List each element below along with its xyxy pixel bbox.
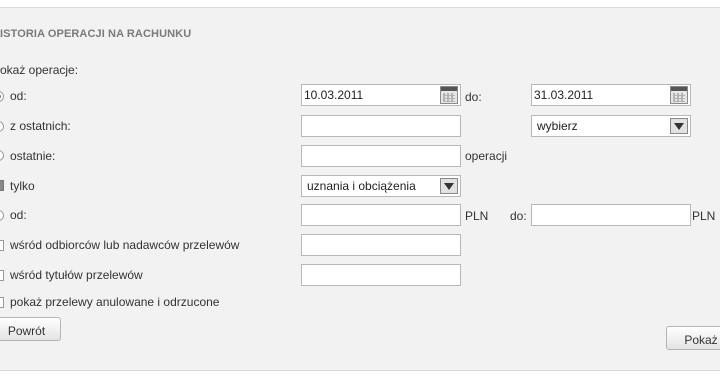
last-period-label: z ostatnich: [10, 119, 71, 133]
recipients-input[interactable] [301, 234, 461, 256]
date-from-value: 10.03.2011 [304, 88, 364, 102]
titles-label: wśród tytułów przelewów [10, 268, 143, 282]
date-to-field[interactable]: 31.03.2011 [531, 84, 691, 106]
amount-from-input[interactable] [301, 204, 461, 226]
recipients-checkbox[interactable] [0, 240, 4, 251]
only-label: tylko [10, 179, 35, 193]
operation-type-select[interactable]: uznania i obciążenia [301, 175, 461, 197]
calendar-icon[interactable] [670, 86, 688, 104]
date-from-field[interactable]: 10.03.2011 [301, 84, 461, 106]
cancelled-label: pokaż przelewy anulowane i odrzucone [10, 295, 220, 309]
cancelled-checkbox[interactable] [0, 297, 4, 308]
last-period-input[interactable] [301, 115, 461, 137]
last-count-input[interactable] [301, 145, 461, 167]
chevron-down-icon[interactable] [440, 178, 458, 194]
recipients-label: wśród odbiorców lub nadawców przelewów [10, 238, 240, 252]
show-button[interactable]: Pokaż [666, 326, 720, 350]
back-button[interactable]: Powrót [0, 317, 61, 341]
amount-to-currency: PLN [692, 209, 716, 223]
amount-to-input[interactable] [531, 204, 691, 226]
operation-type-value: uznania i obciążenia [307, 179, 416, 193]
last-count-unit: operacji [465, 149, 508, 163]
last-count-label: ostatnie: [10, 149, 56, 163]
calendar-icon[interactable] [440, 86, 458, 104]
amount-to-label: do: [510, 209, 527, 223]
amount-from-currency: PLN [465, 209, 489, 223]
date-range-label: od: [10, 89, 27, 103]
titles-checkbox[interactable] [0, 270, 4, 281]
only-checkbox[interactable] [0, 180, 4, 191]
chevron-down-icon[interactable] [670, 118, 688, 134]
amount-from-label: od: [10, 208, 27, 222]
date-to-value: 31.03.2011 [534, 88, 594, 102]
show-operations-label: okaż operacje: [0, 63, 79, 77]
period-unit-value: wybierz [537, 119, 578, 133]
period-unit-select[interactable]: wybierz [531, 115, 691, 137]
panel-title: ISTORIA OPERACJI NA RACHUNKU [0, 28, 192, 40]
date-to-label: do: [465, 90, 482, 104]
titles-input[interactable] [301, 264, 461, 286]
